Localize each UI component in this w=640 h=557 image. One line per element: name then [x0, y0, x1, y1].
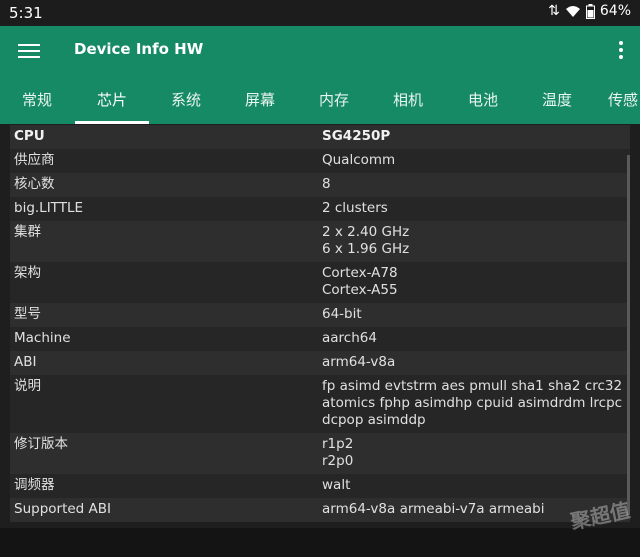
row-key: 架构 — [14, 265, 41, 281]
row-key: 供应商 — [14, 152, 55, 168]
row-key: ABI — [14, 354, 37, 370]
data-transfer-icon: ⇅ — [548, 3, 560, 19]
row-value: arm64-v8a — [322, 354, 396, 370]
battery-icon — [585, 3, 595, 19]
table-row: Machine aarch64 — [10, 327, 630, 351]
table-row: ABI arm64-v8a — [10, 351, 630, 375]
tab-camera[interactable]: 相机 — [371, 86, 445, 124]
row-value: fp asimd evtstrm aes pmull sha1 sha2 crc… — [322, 378, 623, 428]
row-value: walt — [322, 477, 351, 493]
cpu-info-table: CPU SG4250P 供应商 Qualcomm 核心数 8 big.LITTL… — [10, 125, 630, 522]
tab-sensors[interactable]: 传感 — [586, 86, 640, 124]
row-value: aarch64 — [322, 330, 377, 346]
table-row: 集群 2 x 2.40 GHz 6 x 1.96 GHz — [10, 221, 630, 262]
row-key: 说明 — [14, 378, 41, 394]
row-key: 型号 — [14, 306, 41, 322]
row-value: Qualcomm — [322, 152, 396, 168]
scrollbar[interactable] — [627, 155, 630, 515]
row-value: Cortex-A78 Cortex-A55 — [322, 265, 398, 298]
row-value: 2 clusters — [322, 200, 388, 216]
tab-system[interactable]: 系统 — [149, 86, 223, 124]
tab-display[interactable]: 屏幕 — [223, 86, 297, 124]
table-row: CPU SG4250P — [10, 125, 630, 149]
tab-soc[interactable]: 芯片 — [75, 86, 149, 124]
row-key: 调频器 — [14, 477, 55, 493]
row-key: 修订版本 — [14, 436, 68, 452]
table-row: 型号 64-bit — [10, 303, 630, 327]
tab-memory[interactable]: 内存 — [297, 86, 371, 124]
app-title: Device Info HW — [74, 40, 204, 58]
table-row: 说明 fp asimd evtstrm aes pmull sha1 sha2 … — [10, 375, 630, 433]
tab-bar: 常规 芯片 系统 屏幕 内存 相机 电池 温度 传感 — [0, 86, 640, 124]
row-key: Supported ABI — [14, 501, 112, 517]
status-time: 5:31 — [9, 4, 43, 22]
row-value: r1p2 r2p0 — [322, 436, 354, 469]
row-value: SG4250P — [322, 128, 391, 144]
table-row: 供应商 Qualcomm — [10, 149, 630, 173]
table-row: 修订版本 r1p2 r2p0 — [10, 433, 630, 474]
status-bar: 5:31 ⇅ 64% — [0, 0, 640, 26]
bottom-area — [0, 528, 640, 557]
tab-battery[interactable]: 电池 — [446, 86, 520, 124]
app-toolbar: Device Info HW 常规 芯片 系统 屏幕 内存 相机 电池 温度 传… — [0, 26, 640, 124]
table-row: Supported ABI arm64-v8a armeabi-v7a arme… — [10, 498, 630, 522]
row-key: 核心数 — [14, 176, 55, 192]
table-row: 核心数 8 — [10, 173, 630, 197]
row-value: 2 x 2.40 GHz 6 x 1.96 GHz — [322, 224, 410, 257]
row-value: 64-bit — [322, 306, 362, 322]
row-key: CPU — [14, 128, 45, 144]
tab-thermal[interactable]: 温度 — [520, 86, 594, 124]
battery-percent: 64% — [599, 3, 631, 19]
row-value: 8 — [322, 176, 331, 192]
tab-indicator — [75, 121, 149, 124]
table-row: big.LITTLE 2 clusters — [10, 197, 630, 221]
tab-general[interactable]: 常规 — [0, 86, 74, 124]
table-row: 架构 Cortex-A78 Cortex-A55 — [10, 262, 630, 303]
status-icons: ⇅ 64% — [548, 3, 631, 19]
row-key: big.LITTLE — [14, 200, 83, 216]
table-row: 调频器 walt — [10, 474, 630, 498]
row-key: Machine — [14, 330, 71, 346]
row-key: 集群 — [14, 224, 41, 240]
menu-icon[interactable] — [18, 41, 40, 59]
wifi-icon — [565, 6, 580, 17]
more-options-icon[interactable] — [618, 41, 624, 59]
